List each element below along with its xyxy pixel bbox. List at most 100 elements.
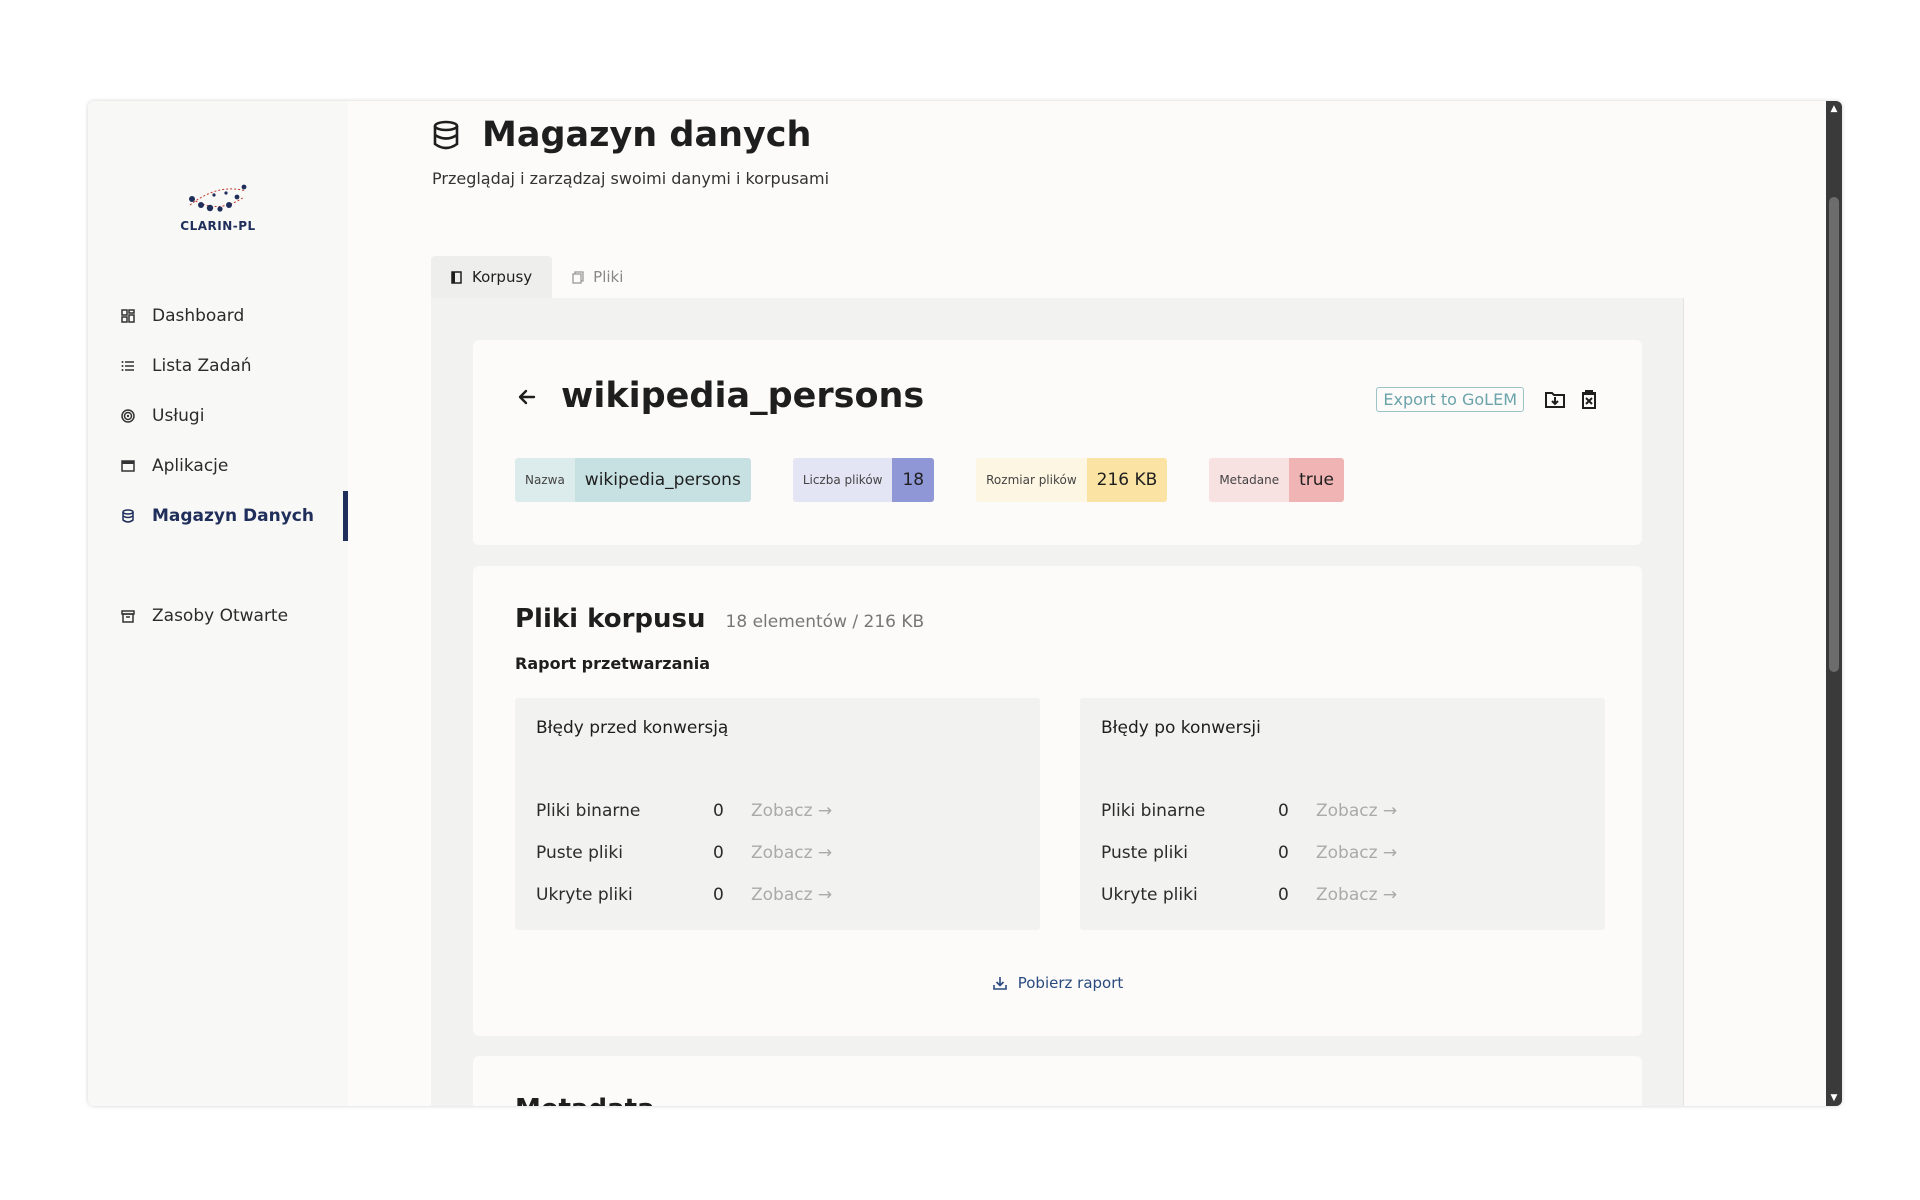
errors-before-box: Błędy przed konwersją Pliki binarne 0 Zo… <box>515 698 1040 930</box>
scroll-up-arrow-icon[interactable]: ▲ <box>1826 101 1842 117</box>
corpus-header-card: wikipedia_persons Export to GoLEM Nazwa … <box>473 340 1642 545</box>
error-name: Ukryte pliki <box>536 885 633 905</box>
error-row-binary: Pliki binarne 0 Zobacz → <box>1101 790 1581 832</box>
tab-bar: Korpusy Pliki <box>431 256 643 298</box>
database-icon <box>433 120 459 150</box>
download-report-button[interactable]: Pobierz raport <box>992 974 1124 992</box>
database-icon <box>120 508 136 524</box>
sidebar-item-uslugi[interactable]: Usługi <box>88 391 348 441</box>
error-count: 0 <box>713 801 724 821</box>
list-icon <box>120 358 136 374</box>
errors-before-list: Pliki binarne 0 Zobacz → Puste pliki 0 Z… <box>536 790 1016 916</box>
badge-file-count: Liczba plików 18 <box>792 458 935 502</box>
files-count: 18 elementów / 216 KB <box>725 612 925 632</box>
sidebar-item-aplikacje[interactable]: Aplikacje <box>88 441 348 491</box>
target-icon <box>120 408 136 424</box>
scrollbar-thumb[interactable] <box>1829 197 1839 672</box>
back-arrow-icon[interactable] <box>515 385 539 409</box>
tab-label: Pliki <box>593 268 624 286</box>
badge-value: wikipedia_persons <box>574 458 751 502</box>
view-link[interactable]: Zobacz → <box>1316 801 1397 821</box>
sidebar-item-label: Lista Zadań <box>152 356 252 376</box>
view-link[interactable]: Zobacz → <box>751 885 832 905</box>
sidebar-item-label: Dashboard <box>152 306 245 326</box>
tab-pliki[interactable]: Pliki <box>552 256 643 298</box>
badge-label: Liczba plików <box>792 458 893 502</box>
badge-label: Rozmiar plików <box>976 458 1087 502</box>
sidebar-item-label: Aplikacje <box>152 456 229 476</box>
sidebar-item-zasoby-otwarte[interactable]: Zasoby Otwarte <box>88 591 348 641</box>
view-link[interactable]: Zobacz → <box>1316 843 1397 863</box>
report-label: Raport przetwarzania <box>515 654 711 673</box>
tab-korpusy[interactable]: Korpusy <box>431 256 553 298</box>
page-title: Magazyn danych <box>432 115 829 155</box>
sidebar: CLARIN-PL Dashboard Lista Zadań Usługi A… <box>88 101 348 1106</box>
download-report-label: Pobierz raport <box>1017 974 1124 992</box>
main-content: Magazyn danych Przeglądaj i zarządzaj sw… <box>348 101 1826 1106</box>
sidebar-item-lista-zadan[interactable]: Lista Zadań <box>88 341 348 391</box>
corpus-title: wikipedia_persons <box>561 376 925 416</box>
error-name: Ukryte pliki <box>1101 885 1198 905</box>
badge-label: Metadane <box>1209 458 1290 502</box>
scroll-down-arrow-icon[interactable]: ▼ <box>1826 1090 1842 1106</box>
download-row: Pobierz raport <box>473 974 1642 992</box>
view-link[interactable]: Zobacz → <box>1316 885 1397 905</box>
error-name: Puste pliki <box>536 843 623 863</box>
sidebar-item-label: Zasoby Otwarte <box>152 606 289 626</box>
dashboard-icon <box>120 308 136 324</box>
files-icon <box>572 270 584 284</box>
sidebar-item-magazyn-danych[interactable]: Magazyn Danych <box>88 491 348 541</box>
badge-name: Nazwa wikipedia_persons <box>515 458 751 502</box>
badge-label: Nazwa <box>515 458 575 502</box>
logo-graphic <box>189 184 247 212</box>
sidebar-nav: Dashboard Lista Zadań Usługi Aplikacje M… <box>88 291 348 641</box>
metadata-card: Metadata <box>473 1056 1642 1106</box>
app-window: CLARIN-PL Dashboard Lista Zadań Usługi A… <box>88 101 1842 1106</box>
delete-icon[interactable] <box>1576 386 1602 412</box>
corpus-actions: Export to GoLEM <box>1376 386 1602 412</box>
logo-text: CLARIN-PL <box>180 219 256 233</box>
error-name: Puste pliki <box>1101 843 1188 863</box>
book-icon <box>451 270 462 284</box>
error-count: 0 <box>1278 801 1289 821</box>
page-subtitle: Przeglądaj i zarządzaj swoimi danymi i k… <box>432 169 830 188</box>
sidebar-item-dashboard[interactable]: Dashboard <box>88 291 348 341</box>
corpus-panel: wikipedia_persons Export to GoLEM Nazwa … <box>431 298 1684 1106</box>
error-row-hidden: Ukryte pliki 0 Zobacz → <box>1101 874 1581 916</box>
badge-value: 216 KB <box>1086 458 1168 502</box>
badge-metadata: Metadane true <box>1209 458 1344 502</box>
errors-before-title: Błędy przed konwersją <box>536 718 729 738</box>
archive-icon <box>120 608 136 624</box>
error-count: 0 <box>713 843 724 863</box>
tab-label: Korpusy <box>472 268 533 286</box>
error-count: 0 <box>1278 843 1289 863</box>
window-icon <box>120 458 136 474</box>
files-header: Pliki korpusu 18 elementów / 216 KB <box>515 604 924 634</box>
error-row-binary: Pliki binarne 0 Zobacz → <box>536 790 1016 832</box>
view-link[interactable]: Zobacz → <box>751 843 832 863</box>
error-name: Pliki binarne <box>1101 801 1206 821</box>
export-golem-button[interactable]: Export to GoLEM <box>1376 386 1524 412</box>
page-header: Magazyn danych Przeglądaj i zarządzaj sw… <box>432 115 829 188</box>
errors-after-list: Pliki binarne 0 Zobacz → Puste pliki 0 Z… <box>1101 790 1581 916</box>
error-row-hidden: Ukryte pliki 0 Zobacz → <box>536 874 1016 916</box>
page-title-text: Magazyn danych <box>482 115 812 155</box>
download-icon <box>992 977 1007 990</box>
clarin-logo[interactable]: CLARIN-PL <box>168 175 268 245</box>
error-count: 0 <box>1278 885 1289 905</box>
vertical-scrollbar[interactable]: ▲ ▼ <box>1826 101 1842 1106</box>
badge-file-size: Rozmiar plików 216 KB <box>976 458 1168 502</box>
view-link[interactable]: Zobacz → <box>751 801 832 821</box>
files-title: Pliki korpusu <box>515 604 706 634</box>
sidebar-item-label: Magazyn Danych <box>152 506 314 526</box>
download-folder-icon[interactable] <box>1542 386 1568 412</box>
corpus-files-card: Pliki korpusu 18 elementów / 216 KB Rapo… <box>473 566 1642 1036</box>
corpus-badges: Nazwa wikipedia_persons Liczba plików 18… <box>515 458 1386 502</box>
error-count: 0 <box>713 885 724 905</box>
error-row-empty: Puste pliki 0 Zobacz → <box>1101 832 1581 874</box>
error-name: Pliki binarne <box>536 801 641 821</box>
badge-value: 18 <box>892 458 935 502</box>
badge-value: true <box>1289 458 1344 502</box>
sidebar-item-label: Usługi <box>152 406 205 426</box>
